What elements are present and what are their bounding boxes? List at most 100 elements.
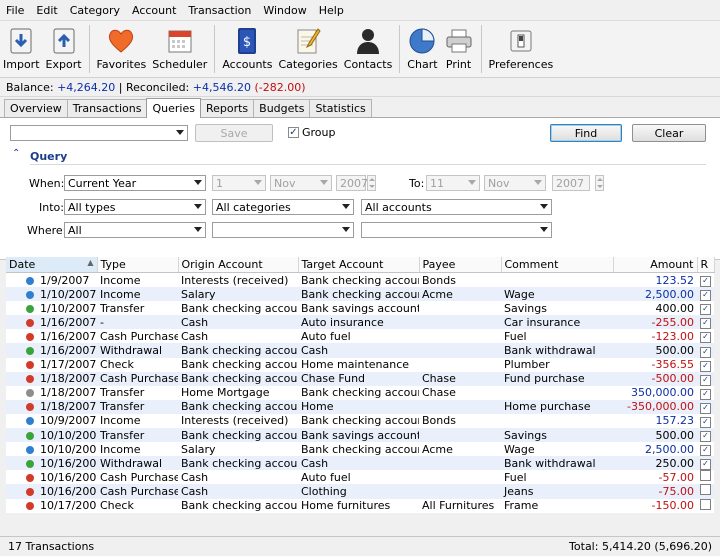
- from-day-select[interactable]: 1: [212, 175, 266, 191]
- table-row[interactable]: 10/9/2007 Income Interests (received) Bank …: [6, 414, 714, 428]
- reconciled-checkbox[interactable]: ✓: [700, 374, 711, 386]
- table-row[interactable]: 1/9/2007 Income Interests (received) Bank c…: [6, 273, 714, 288]
- cell-date: 1/16/2007: [6, 315, 97, 330]
- where-select[interactable]: All: [64, 222, 206, 238]
- types-select[interactable]: All types: [64, 199, 206, 215]
- reconciled-checkbox[interactable]: ✓: [700, 402, 711, 414]
- reconciled-checkbox[interactable]: ✓: [700, 332, 711, 344]
- toolbar: Import Export Favorites Scheduler $ Acco…: [0, 21, 720, 78]
- clear-button[interactable]: Clear: [632, 124, 706, 142]
- table-row[interactable]: 1/10/2007 Income Salary Bank checking accou…: [6, 287, 714, 302]
- group-checkbox[interactable]: ✓: [288, 127, 299, 138]
- to-year-spinner[interactable]: [595, 175, 604, 191]
- table-row[interactable]: 1/10/2007 Transfer Bank checking account Ba…: [6, 301, 714, 316]
- categories-select[interactable]: All categories: [212, 199, 354, 215]
- table-row[interactable]: 1/18/2007 Cash Purchase Bank checking acco…: [6, 371, 714, 386]
- income-status-icon: [26, 276, 34, 285]
- menu-help[interactable]: Help: [313, 4, 350, 17]
- find-button[interactable]: Find: [550, 124, 622, 142]
- tab-overview[interactable]: Overview: [4, 99, 68, 117]
- reconciled-checkbox[interactable]: ✓: [700, 445, 711, 457]
- tab-reports[interactable]: Reports: [199, 99, 255, 117]
- print-button[interactable]: Print: [441, 21, 477, 71]
- table-row[interactable]: 1/17/2007 Check Bank checking account Home …: [6, 358, 714, 372]
- menu-edit[interactable]: Edit: [30, 4, 63, 17]
- contacts-button[interactable]: Contacts: [341, 21, 396, 71]
- from-day-value: 1: [216, 176, 223, 190]
- column-header-payee[interactable]: Payee: [419, 257, 502, 273]
- preferences-button[interactable]: Preferences: [486, 21, 557, 71]
- cell-date: 1/18/2007: [6, 386, 97, 400]
- scheduler-button[interactable]: Scheduler: [149, 21, 210, 71]
- where-operator-select[interactable]: [361, 222, 552, 238]
- table-row[interactable]: 1/18/2007 Transfer Home Mortgage Bank check…: [6, 386, 714, 400]
- reconciled-checkbox[interactable]: ✓: [700, 360, 711, 372]
- reconciled-checkbox[interactable]: ✓: [700, 346, 711, 358]
- cell-reconciled: ✓: [697, 358, 714, 372]
- column-header-comment[interactable]: Comment: [501, 257, 614, 273]
- table-row[interactable]: 1/16/2007 Cash Purchase Cash Auto fuel Fuel -…: [6, 329, 714, 344]
- from-year-spinner[interactable]: [367, 175, 376, 191]
- from-month-select[interactable]: Nov: [270, 175, 332, 191]
- to-month-select[interactable]: Nov: [484, 175, 546, 191]
- collapse-chevron-icon[interactable]: ⌃: [12, 148, 20, 159]
- column-header-type[interactable]: Type: [97, 257, 179, 273]
- table-row[interactable]: 10/10/2007Income Salary Bank checking acco…: [6, 442, 714, 457]
- tab-transactions[interactable]: Transactions: [66, 99, 148, 117]
- when-select[interactable]: Current Year: [64, 175, 206, 191]
- chart-button[interactable]: Chart: [404, 21, 440, 71]
- export-button[interactable]: Export: [43, 21, 85, 71]
- table-row[interactable]: 10/10/2007TransferBank checking accountB…: [6, 428, 714, 443]
- reconciled-checkbox[interactable]: [700, 470, 711, 482]
- save-query-button[interactable]: Save: [195, 124, 273, 142]
- menu-bar: File Edit Category Account Transaction W…: [0, 0, 720, 21]
- cell-reconciled: ✓: [697, 287, 714, 302]
- cell-amount: -350,000.00: [613, 399, 697, 414]
- reconciled-checkbox[interactable]: ✓: [700, 388, 711, 400]
- menu-file[interactable]: File: [0, 4, 30, 17]
- column-header-reconciled[interactable]: R: [697, 257, 715, 273]
- menu-category[interactable]: Category: [64, 4, 126, 17]
- reconciled-checkbox[interactable]: ✓: [700, 276, 711, 288]
- categories-button[interactable]: Categories: [275, 21, 340, 71]
- table-row[interactable]: 1/16/2007- Cash Auto insurance Car insuranc…: [6, 315, 714, 330]
- chart-label: Chart: [407, 58, 438, 71]
- table-row[interactable]: 10/16/2007Cash PurchaseCashClothing Jeans…: [6, 484, 714, 499]
- to-day-select[interactable]: 11: [426, 175, 480, 191]
- table-row[interactable]: 10/17/2007Check Bank checking accountHome…: [6, 498, 714, 513]
- cell-type: Transfer: [100, 301, 145, 315]
- from-year-field[interactable]: 2007: [336, 175, 368, 191]
- reconciled-checkbox[interactable]: ✓: [700, 318, 711, 330]
- reconciled-checkbox[interactable]: ✓: [700, 416, 711, 428]
- table-row[interactable]: 10/16/2007Cash PurchaseCash Auto fuel Fuel…: [6, 470, 714, 484]
- reconciled-checkbox[interactable]: ✓: [700, 459, 711, 471]
- reconciled-checkbox[interactable]: [700, 484, 711, 496]
- transfer-status-icon: [26, 347, 34, 356]
- accounts-select[interactable]: All accounts: [361, 199, 552, 215]
- to-year-field[interactable]: 2007: [552, 175, 590, 191]
- reconciled-checkbox[interactable]: ✓: [700, 431, 711, 443]
- column-header-target[interactable]: Target Account: [298, 257, 420, 273]
- reconciled-checkbox[interactable]: ✓: [700, 304, 711, 316]
- column-header-origin[interactable]: Origin Account: [178, 257, 299, 273]
- reconciled-checkbox[interactable]: [700, 498, 711, 510]
- where-field-select[interactable]: [212, 222, 354, 238]
- cell-amount: -500.00: [613, 371, 697, 386]
- table-row[interactable]: 10/16/2007WithdrawalBank checking accoun…: [6, 456, 714, 471]
- saved-query-select[interactable]: [10, 125, 188, 141]
- import-button[interactable]: Import: [0, 21, 43, 71]
- tab-budgets[interactable]: Budgets: [253, 99, 311, 117]
- cell-date: 10/16/2007: [6, 470, 97, 484]
- menu-account[interactable]: Account: [126, 4, 182, 17]
- column-header-amount[interactable]: Amount: [613, 257, 698, 273]
- tab-statistics[interactable]: Statistics: [309, 99, 372, 117]
- favorites-button[interactable]: Favorites: [94, 21, 150, 71]
- column-header-date[interactable]: Date ▲: [6, 257, 98, 273]
- table-row[interactable]: 1/18/2007 Transfer Bank checking account Ho…: [6, 399, 714, 414]
- reconciled-checkbox[interactable]: ✓: [700, 290, 711, 302]
- menu-transaction[interactable]: Transaction: [182, 4, 257, 17]
- menu-window[interactable]: Window: [257, 4, 312, 17]
- tab-queries[interactable]: Queries: [146, 98, 201, 118]
- accounts-button[interactable]: $ Accounts: [219, 21, 275, 71]
- table-row[interactable]: 1/16/2007 Withdrawal Bank checking account…: [6, 343, 714, 358]
